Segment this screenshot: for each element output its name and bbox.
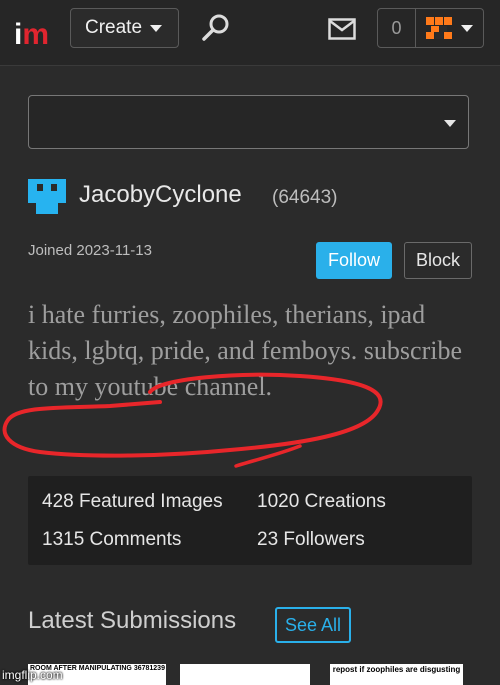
red-circle-annotation <box>2 372 383 468</box>
mail-icon[interactable] <box>328 18 356 40</box>
user-menu-button[interactable] <box>416 8 484 48</box>
thumbnail-caption <box>180 664 310 665</box>
latest-submissions-heading: Latest Submissions <box>28 607 237 634</box>
profile-points: (64643) <box>272 187 338 208</box>
joined-date: Joined 2023-11-13 <box>28 242 152 259</box>
profile-stats-panel: 428 Featured Images 1020 Creations 1315 … <box>28 476 472 565</box>
featured-images-stat[interactable]: 428 Featured Images <box>42 491 223 513</box>
imgflip-watermark: imgflip.com <box>2 668 63 682</box>
notification-count: 0 <box>391 17 402 38</box>
profile-username: JacobyCyclone <box>79 181 242 208</box>
profile-avatar <box>28 179 66 214</box>
creations-stat[interactable]: 1020 Creations <box>257 491 386 513</box>
notification-count-button[interactable]: 0 <box>377 8 416 48</box>
logo-letter-m: m <box>22 18 50 51</box>
top-navbar: i m Create 0 <box>0 0 500 66</box>
block-button[interactable]: Block <box>404 242 472 279</box>
followers-stat[interactable]: 23 Followers <box>257 529 365 551</box>
thumbnail-caption: repost if zoophiles are disgusting <box>332 665 461 674</box>
imgflip-logo[interactable]: i m <box>14 14 49 50</box>
comments-stat[interactable]: 1315 Comments <box>42 529 181 551</box>
template-select-dropdown[interactable] <box>28 95 469 149</box>
see-all-button[interactable]: See All <box>275 607 351 643</box>
chevron-down-icon <box>150 24 163 32</box>
user-avatar-icon <box>426 17 452 39</box>
logo-letter-i: i <box>14 18 23 51</box>
submission-thumbnail[interactable] <box>180 664 310 685</box>
follow-button[interactable]: Follow <box>316 242 392 279</box>
chevron-down-icon <box>461 24 473 32</box>
search-icon[interactable] <box>200 12 232 44</box>
chevron-down-icon <box>444 120 456 127</box>
create-button[interactable]: Create <box>70 8 179 48</box>
create-button-label: Create <box>85 17 143 38</box>
submission-thumbnail[interactable]: repost if zoophiles are disgusting <box>330 664 463 685</box>
